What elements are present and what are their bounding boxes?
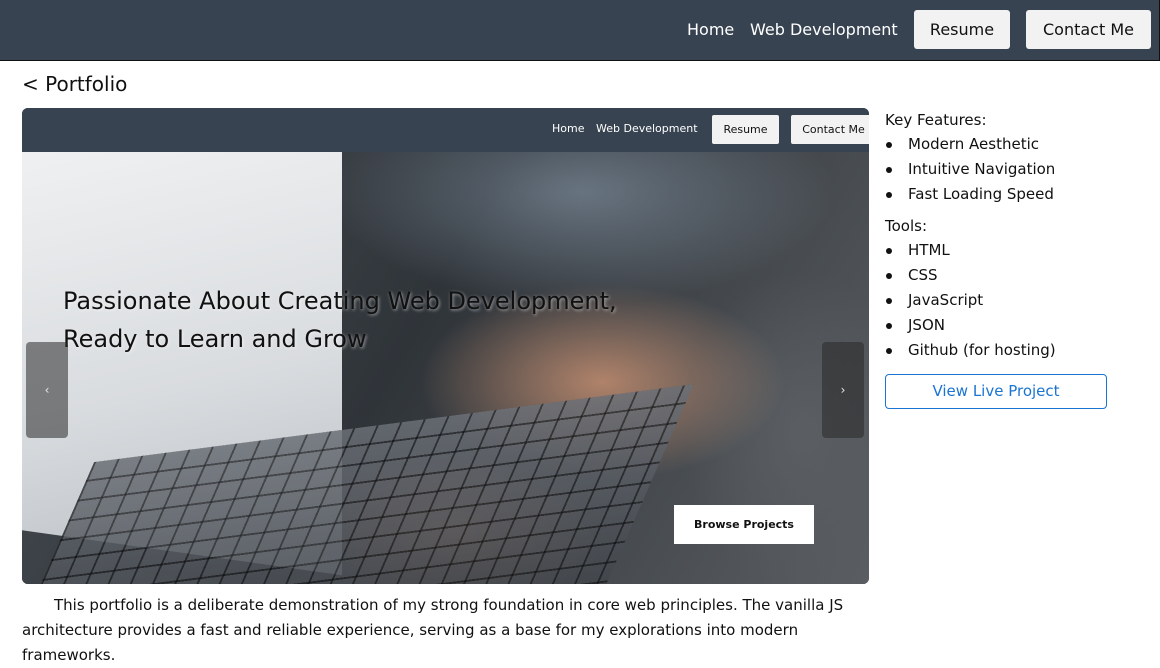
key-features-heading: Key Features: bbox=[885, 111, 987, 129]
contact-me-button[interactable]: Contact Me bbox=[1026, 10, 1151, 49]
hero-title-line-1: Passionate About Creating Web Developmen… bbox=[63, 287, 617, 315]
tools-list: HTML CSS JavaScript JSON Github (for hos… bbox=[885, 238, 1145, 363]
list-item: CSS bbox=[885, 263, 1145, 288]
preview-hero-photo: Passionate About Creating Web Developmen… bbox=[22, 152, 869, 584]
preview-hero-title: Passionate About Creating Web Developmen… bbox=[63, 282, 683, 358]
carousel-next-button[interactable]: › bbox=[822, 342, 864, 438]
tools-heading: Tools: bbox=[885, 217, 928, 235]
list-item: Github (for hosting) bbox=[885, 338, 1145, 363]
preview-resume-button: Resume bbox=[712, 115, 779, 144]
view-live-project-button[interactable]: View Live Project bbox=[885, 374, 1107, 409]
back-to-portfolio-link[interactable]: < Portfolio bbox=[22, 72, 127, 96]
preview-contact-button: Contact Me bbox=[791, 115, 869, 144]
list-item: JavaScript bbox=[885, 288, 1145, 313]
list-item: HTML bbox=[885, 238, 1145, 263]
preview-browse-projects-button: Browse Projects bbox=[674, 505, 814, 544]
nav-web-development-link[interactable]: Web Development bbox=[750, 20, 898, 40]
preview-navbar: Home Web Development Resume Contact Me bbox=[22, 108, 869, 152]
list-item: JSON bbox=[885, 313, 1145, 338]
nav-home-link[interactable]: Home bbox=[687, 20, 734, 40]
key-features-list: Modern Aesthetic Intuitive Navigation Fa… bbox=[885, 132, 1145, 207]
resume-button[interactable]: Resume bbox=[914, 10, 1010, 49]
carousel-prev-button[interactable]: ‹ bbox=[26, 342, 68, 438]
project-preview-image: Home Web Development Resume Contact Me P… bbox=[22, 108, 869, 584]
hero-title-line-2: Ready to Learn and Grow bbox=[63, 325, 367, 353]
list-item: Intuitive Navigation bbox=[885, 157, 1145, 182]
project-description: This portfolio is a deliberate demonstra… bbox=[22, 596, 844, 664]
top-navbar: Home Web Development Resume Contact Me bbox=[0, 0, 1160, 61]
list-item: Fast Loading Speed bbox=[885, 182, 1145, 207]
list-item: Modern Aesthetic bbox=[885, 132, 1145, 157]
preview-nav-web-development: Web Development bbox=[596, 122, 698, 135]
project-details-panel: Key Features: Modern Aesthetic Intuitive… bbox=[885, 109, 1145, 371]
preview-nav-home: Home bbox=[552, 122, 585, 135]
